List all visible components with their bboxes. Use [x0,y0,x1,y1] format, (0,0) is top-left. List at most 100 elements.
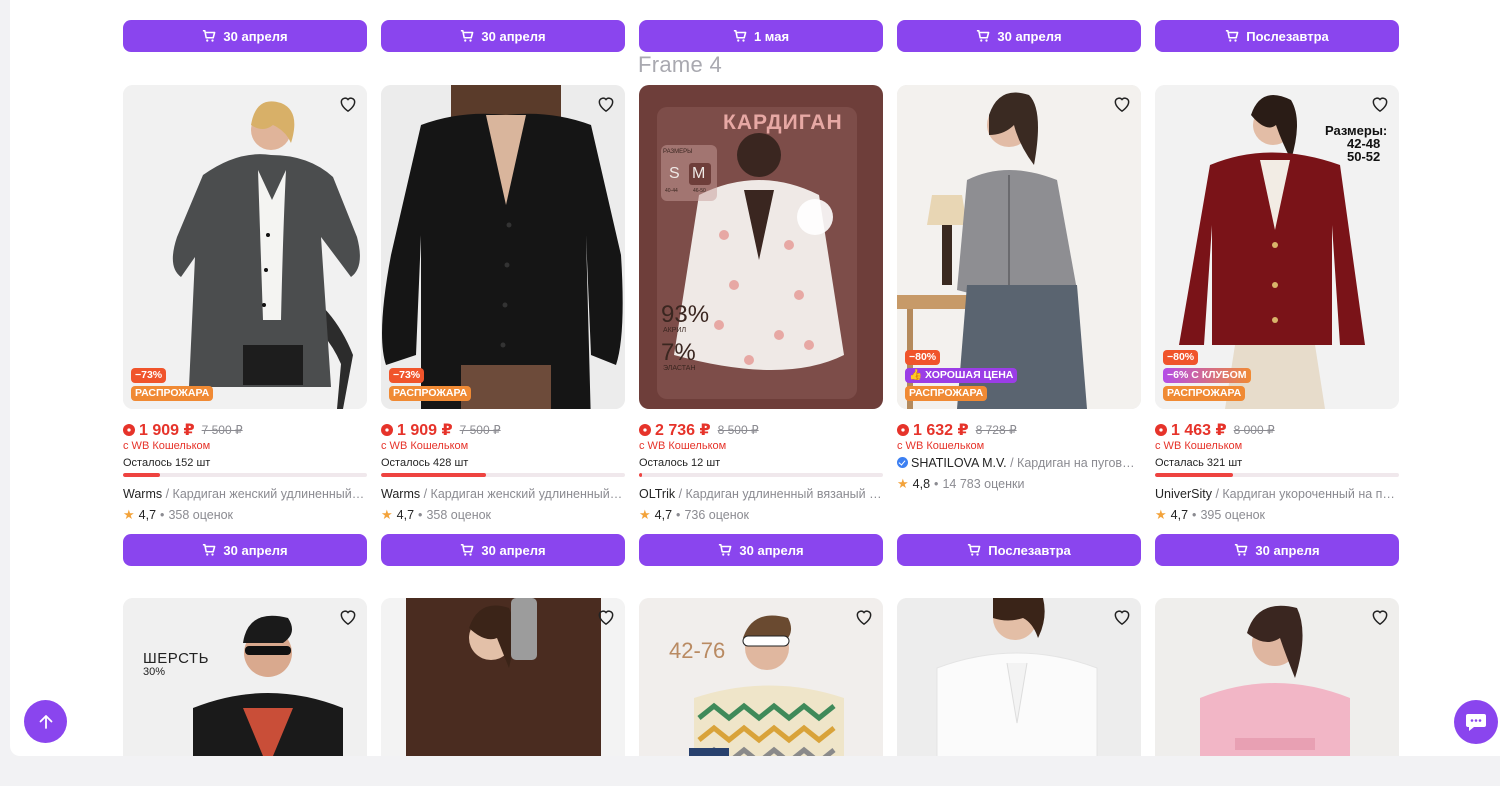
product-image [1155,598,1399,756]
product-title[interactable]: Warms / Кардиган женский удлиненный овер… [381,487,625,501]
rating: ★ 4,7 • 358 оценок [381,507,625,523]
product-photo[interactable]: −73% РАСПРОЖАРА [381,85,625,409]
product-photo[interactable]: −73% РАСПРОЖАРА [123,85,367,409]
stock-bar [1155,473,1399,477]
product-photo[interactable]: ШЕРСТЬ 30% [123,598,367,756]
delivery-button[interactable]: 30 апреля [123,534,367,566]
rating-value: 4,7 [654,508,673,522]
favorite-heart-icon[interactable] [1111,93,1133,115]
discount-badge: −73% [131,368,167,383]
separator-dot: • [676,508,681,522]
discount-badge: −80% [905,350,941,365]
product-photo[interactable]: 42-76 [639,598,883,756]
stock-left: Осталась 321 шт [1155,457,1243,469]
favorite-heart-icon[interactable] [337,606,359,628]
cart-icon [1226,29,1239,42]
favorite-heart-icon[interactable] [1111,606,1133,628]
delivery-button[interactable]: Послезавтра [897,534,1141,566]
wallet-price-icon [1155,424,1167,436]
product-title[interactable]: Warms / Кардиган женский удлиненный овер… [123,487,367,501]
wallet-note: с WB Кошельком [1155,440,1243,452]
favorite-heart-icon[interactable] [337,93,359,115]
good-price-label: ХОРОШАЯ ЦЕНА [925,369,1014,381]
delivery-button[interactable]: 30 апреля [381,534,625,566]
cart-icon [203,29,216,42]
favorite-heart-icon[interactable] [853,606,875,628]
separator-dot: • [160,508,165,522]
product-name: / Кардиган женский удлиненный оверсайз [165,487,367,501]
favorite-heart-icon[interactable] [595,606,617,628]
favorite-heart-icon[interactable] [595,93,617,115]
star-icon: ★ [639,507,651,522]
delivery-button-top-1[interactable]: 30 апреля [123,20,367,52]
product-card[interactable]: КАРДИГАН РАЗМЕРЫ S M 40-44 46-50 93% АКР… [639,85,883,523]
delivery-label: 1 мая [753,28,790,44]
cart-icon [977,29,990,42]
badge-group: −80% −6% С КЛУБОМ РАСПРОЖАРА [1163,350,1251,401]
reviews-count: 14 783 оценки [942,477,1025,491]
delivery-label: 30 апреля [1255,542,1320,558]
product-title[interactable]: SHATILOVA M.V. / Кардиган на пуговицах у… [897,456,1141,470]
price-row: 1 909 ₽ 7 500 ₽ [123,421,367,439]
delivery-label: 30 апреля [223,28,288,44]
verified-seller-icon [897,457,908,468]
image-mat-acrylic: АКРИЛ [663,327,687,334]
product-photo[interactable]: Размеры: 42-48 50-52 −80% −6% С КЛУБОМ Р… [1155,85,1399,409]
product-photo[interactable] [1155,598,1399,756]
product-photo[interactable]: КАРДИГАН РАЗМЕРЫ S M 40-44 46-50 93% АКР… [639,85,883,409]
wallet-price-icon [897,424,909,436]
image-pct-elastane: 7% [661,339,696,366]
product-card[interactable]: −73% РАСПРОЖАРА 1 909 ₽ 7 500 ₽ с WB Кош… [381,85,625,523]
separator-dot: • [1192,508,1197,522]
stock-left: Осталось 428 шт [381,457,469,469]
old-price: 8 500 ₽ [717,423,759,437]
sale-badge: РАСПРОЖАРА [389,386,472,401]
wallet-note: с WB Кошельком [639,440,727,452]
delivery-button-top-4[interactable]: 30 апреля [897,20,1141,52]
sale-badge: РАСПРОЖАРА [131,386,214,401]
image-sizes-label: РАЗМЕРЫ [663,149,693,155]
chat-bubble-icon [1466,714,1486,731]
product-title[interactable]: UniverSity / Кардиган укороченный на пуг… [1155,487,1399,501]
cart-icon [719,543,732,556]
product-card[interactable]: −73% РАСПРОЖАРА 1 909 ₽ 7 500 ₽ с WB Кош… [123,85,367,523]
brand-name: Warms [381,487,421,501]
star-icon: ★ [1155,507,1167,522]
club-badge: −6% С КЛУБОМ [1163,368,1251,383]
delivery-button-top-5[interactable]: Послезавтра [1155,20,1399,52]
scroll-to-top-button[interactable] [24,700,67,743]
catalog-canvas: 30 апреля 30 апреля 1 мая 30 апреля Посл… [10,0,1500,756]
image-wool-text: ШЕРСТЬ [143,650,209,667]
image-pct-acrylic: 93% [661,301,710,328]
favorite-heart-icon[interactable] [1369,606,1391,628]
rating: ★ 4,8 • 14 783 оценки [897,476,1141,492]
product-card[interactable]: −80% 👍 ХОРОШАЯ ЦЕНА РАСПРОЖАРА 1 632 ₽ 8… [897,85,1141,492]
discount-badge: −80% [1163,350,1199,365]
product-name: / Кардиган женский удлиненный оверсайз [423,487,625,501]
product-name: / Кардиган укороченный на пуговицах [1215,487,1399,501]
price-row: 1 463 ₽ 8 000 ₽ [1155,421,1399,439]
favorite-heart-icon[interactable] [1369,93,1391,115]
product-image [381,598,625,756]
delivery-button[interactable]: 30 апреля [1155,534,1399,566]
stock-bar-fill [639,473,642,477]
arrow-up-icon [39,714,52,729]
current-price: 2 736 ₽ [655,422,711,439]
rating-value: 4,8 [912,477,931,491]
delivery-button-top-2[interactable]: 30 апреля [381,20,625,52]
delivery-label: 30 апреля [997,28,1062,44]
image-range-s: 40-44 [665,188,678,194]
wallet-price-icon [123,424,135,436]
rating: ★ 4,7 • 395 оценок [1155,507,1399,523]
chat-button[interactable] [1454,700,1498,744]
reviews-count: 358 оценок [426,508,492,522]
product-photo[interactable]: −80% 👍 ХОРОШАЯ ЦЕНА РАСПРОЖАРА [897,85,1141,409]
product-card[interactable]: Размеры: 42-48 50-52 −80% −6% С КЛУБОМ Р… [1155,85,1399,523]
wallet-note: с WB Кошельком [897,440,985,452]
product-title[interactable]: OLTrik / Кардиган удлиненный вязаный с ц… [639,487,883,501]
delivery-button-top-3[interactable]: 1 мая [639,20,883,52]
delivery-button[interactable]: 30 апреля [639,534,883,566]
stock-bar [639,473,883,477]
product-photo[interactable] [381,598,625,756]
product-photo[interactable] [897,598,1141,756]
